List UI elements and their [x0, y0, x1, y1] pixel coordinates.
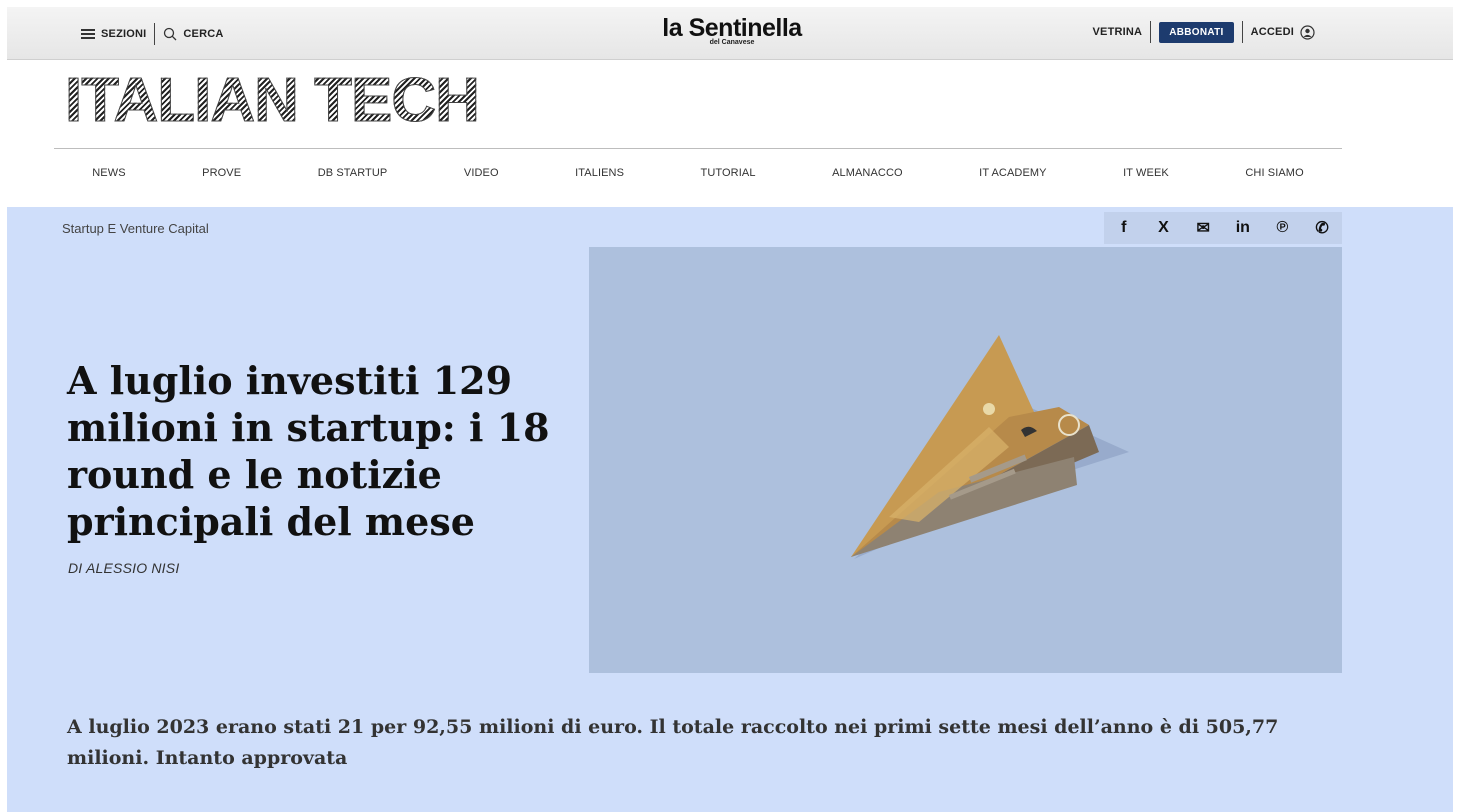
whatsapp-icon[interactable]: ✆	[1307, 218, 1337, 238]
nav-item-italiens[interactable]: ITALIENS	[575, 167, 624, 179]
paper-plane-banknote-image	[851, 335, 1129, 559]
article-lede: A luglio 2023 erano stati 21 per 92,55 m…	[67, 716, 1279, 769]
page: SEZIONI CERCA la Sentinella del Canavese…	[7, 7, 1453, 812]
divider	[1150, 21, 1152, 43]
email-icon[interactable]: ✉	[1188, 218, 1218, 238]
search-icon	[164, 27, 177, 41]
subscribe-button[interactable]: ABBONATI	[1159, 21, 1234, 43]
login-label: ACCEDI	[1250, 26, 1294, 38]
nav-divider	[54, 148, 1342, 149]
top-bar-left: SEZIONI CERCA	[81, 23, 224, 45]
nav-item-news[interactable]: NEWS	[92, 167, 125, 179]
nav-item-prove[interactable]: PROVE	[202, 167, 241, 179]
nav-item-chi-siamo[interactable]: CHI SIAMO	[1245, 167, 1303, 179]
nav-item-tutorial[interactable]: TUTORIAL	[701, 167, 756, 179]
article-hero: Startup E Venture Capital f X ✉ in ℗ ✆ A…	[7, 207, 1453, 812]
share-bar: f X ✉ in ℗ ✆	[1104, 212, 1342, 244]
facebook-icon[interactable]: f	[1109, 219, 1139, 237]
site-logo[interactable]: la Sentinella del Canavese	[567, 15, 897, 46]
x-icon[interactable]: X	[1148, 219, 1178, 237]
hamburger-icon	[81, 29, 95, 39]
top-bar-right: VETRINA ABBONATI ACCEDI	[1093, 21, 1316, 43]
article-section-link[interactable]: Startup E Venture Capital	[62, 221, 209, 236]
section-brand-logo[interactable]: ITALIAN TECH	[65, 69, 481, 132]
article-hero-image	[589, 247, 1342, 673]
search-label: CERCA	[183, 28, 224, 40]
top-bar: SEZIONI CERCA la Sentinella del Canavese…	[7, 7, 1453, 60]
showcase-link[interactable]: VETRINA	[1093, 26, 1143, 38]
divider	[154, 23, 156, 45]
logo-sub-text: del Canavese	[709, 39, 755, 46]
search-button[interactable]: CERCA	[163, 27, 223, 41]
nav-item-it-week[interactable]: IT WEEK	[1123, 167, 1169, 179]
sections-label: SEZIONI	[101, 28, 147, 40]
pinterest-icon[interactable]: ℗	[1267, 219, 1297, 237]
nav-item-almanacco[interactable]: ALMANACCO	[832, 167, 903, 179]
linkedin-icon[interactable]: in	[1228, 219, 1258, 237]
login-button[interactable]: ACCEDI	[1250, 24, 1315, 40]
divider	[1241, 21, 1243, 43]
article-byline[interactable]: DI ALESSIO NISI	[68, 560, 179, 576]
user-icon	[1300, 24, 1315, 40]
nav-item-video[interactable]: VIDEO	[464, 167, 499, 179]
nav-item-it-academy[interactable]: IT ACADEMY	[979, 167, 1046, 179]
article-headline: A luglio investiti 129 milioni in startu…	[67, 358, 550, 544]
sections-button[interactable]: SEZIONI	[81, 28, 146, 40]
logo-main-text: la Sentinella	[662, 14, 802, 42]
main-nav: NEWS PROVE DB STARTUP VIDEO ITALIENS TUT…	[54, 160, 1342, 186]
nav-item-db-startup[interactable]: DB STARTUP	[318, 167, 388, 179]
